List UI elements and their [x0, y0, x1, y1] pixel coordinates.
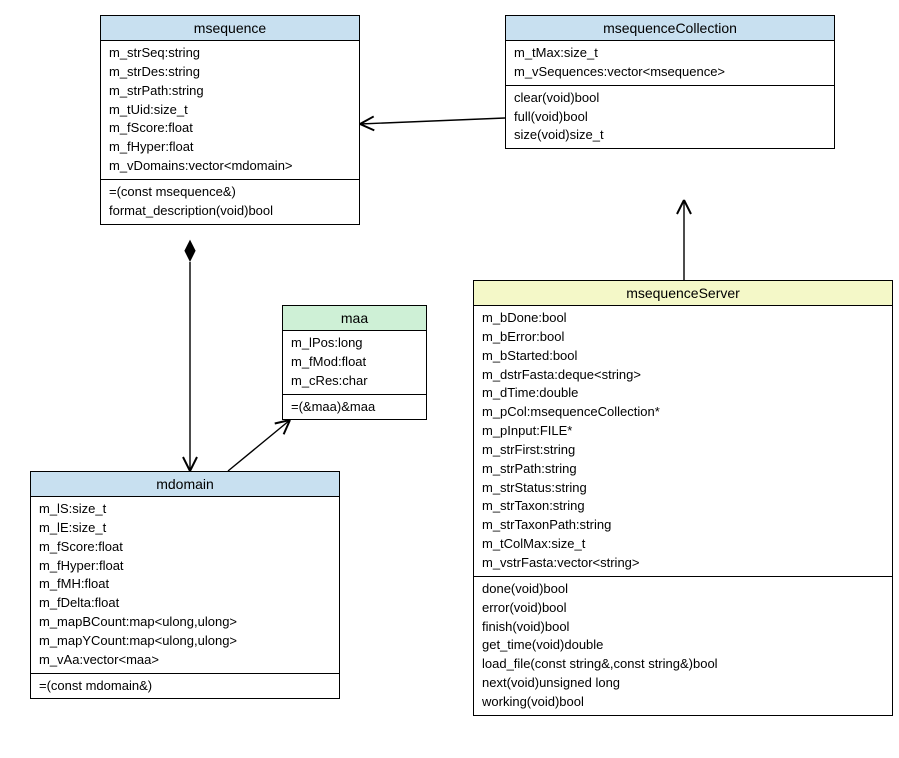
uml-member: m_strDes:string	[109, 63, 351, 82]
attrs-section: m_tMax:size_tm_vSequences:vector<msequen…	[506, 41, 834, 86]
uml-member: error(void)bool	[482, 599, 884, 618]
uml-member: m_cRes:char	[291, 372, 418, 391]
uml-member: m_vDomains:vector<mdomain>	[109, 157, 351, 176]
uml-member: m_pInput:FILE*	[482, 422, 884, 441]
uml-member: working(void)bool	[482, 693, 884, 712]
uml-member: format_description(void)bool	[109, 202, 351, 221]
class-title: mdomain	[31, 472, 339, 497]
methods-section: =(const mdomain&)	[31, 674, 339, 699]
uml-member: done(void)bool	[482, 580, 884, 599]
uml-member: m_vAa:vector<maa>	[39, 651, 331, 670]
uml-member: clear(void)bool	[514, 89, 826, 108]
uml-diagram: msequence m_strSeq:stringm_strDes:string…	[0, 0, 899, 758]
uml-member: m_fDelta:float	[39, 594, 331, 613]
uml-member: m_fMH:float	[39, 575, 331, 594]
uml-member: m_bStarted:bool	[482, 347, 884, 366]
uml-member: m_fHyper:float	[39, 557, 331, 576]
uml-member: m_strTaxon:string	[482, 497, 884, 516]
class-msequence: msequence m_strSeq:stringm_strDes:string…	[100, 15, 360, 225]
uml-member: =(const msequence&)	[109, 183, 351, 202]
uml-member: m_mapBCount:map<ulong,ulong>	[39, 613, 331, 632]
attrs-section: m_lS:size_tm_lE:size_tm_fScore:floatm_fH…	[31, 497, 339, 674]
class-mdomain: mdomain m_lS:size_tm_lE:size_tm_fScore:f…	[30, 471, 340, 699]
class-title: msequence	[101, 16, 359, 41]
uml-member: m_lS:size_t	[39, 500, 331, 519]
uml-member: =(&maa)&maa	[291, 398, 418, 417]
uml-member: m_tMax:size_t	[514, 44, 826, 63]
uml-member: m_strTaxonPath:string	[482, 516, 884, 535]
uml-member: m_fHyper:float	[109, 138, 351, 157]
uml-member: m_vstrFasta:vector<string>	[482, 554, 884, 573]
class-title: msequenceServer	[474, 281, 892, 306]
attrs-section: m_bDone:boolm_bError:boolm_bStarted:bool…	[474, 306, 892, 577]
attrs-section: m_lPos:longm_fMod:floatm_cRes:char	[283, 331, 426, 395]
uml-member: finish(void)bool	[482, 618, 884, 637]
attrs-section: m_strSeq:stringm_strDes:stringm_strPath:…	[101, 41, 359, 180]
uml-member: size(void)size_t	[514, 126, 826, 145]
uml-member: m_strSeq:string	[109, 44, 351, 63]
class-title: maa	[283, 306, 426, 331]
uml-member: =(const mdomain&)	[39, 677, 331, 696]
uml-member: m_strStatus:string	[482, 479, 884, 498]
uml-member: m_strPath:string	[109, 82, 351, 101]
uml-member: m_mapYCount:map<ulong,ulong>	[39, 632, 331, 651]
methods-section: =(const msequence&)format_description(vo…	[101, 180, 359, 224]
methods-section: done(void)boolerror(void)boolfinish(void…	[474, 577, 892, 715]
uml-member: m_bDone:bool	[482, 309, 884, 328]
class-title: msequenceCollection	[506, 16, 834, 41]
class-maa: maa m_lPos:longm_fMod:floatm_cRes:char =…	[282, 305, 427, 420]
class-msequenceServer: msequenceServer m_bDone:boolm_bError:boo…	[473, 280, 893, 716]
uml-member: m_strFirst:string	[482, 441, 884, 460]
methods-section: clear(void)boolfull(void)boolsize(void)s…	[506, 86, 834, 149]
uml-member: m_lPos:long	[291, 334, 418, 353]
uml-member: m_bError:bool	[482, 328, 884, 347]
methods-section: =(&maa)&maa	[283, 395, 426, 420]
uml-member: m_fMod:float	[291, 353, 418, 372]
uml-member: m_fScore:float	[39, 538, 331, 557]
uml-member: load_file(const string&,const string&)bo…	[482, 655, 884, 674]
uml-member: m_dstrFasta:deque<string>	[482, 366, 884, 385]
uml-member: m_tUid:size_t	[109, 101, 351, 120]
uml-member: m_vSequences:vector<msequence>	[514, 63, 826, 82]
uml-member: m_strPath:string	[482, 460, 884, 479]
uml-member: m_lE:size_t	[39, 519, 331, 538]
uml-member: m_fScore:float	[109, 119, 351, 138]
uml-member: full(void)bool	[514, 108, 826, 127]
uml-member: get_time(void)double	[482, 636, 884, 655]
uml-member: m_tColMax:size_t	[482, 535, 884, 554]
uml-member: m_pCol:msequenceCollection*	[482, 403, 884, 422]
uml-member: m_dTime:double	[482, 384, 884, 403]
uml-member: next(void)unsigned long	[482, 674, 884, 693]
class-msequenceCollection: msequenceCollection m_tMax:size_tm_vSequ…	[505, 15, 835, 149]
